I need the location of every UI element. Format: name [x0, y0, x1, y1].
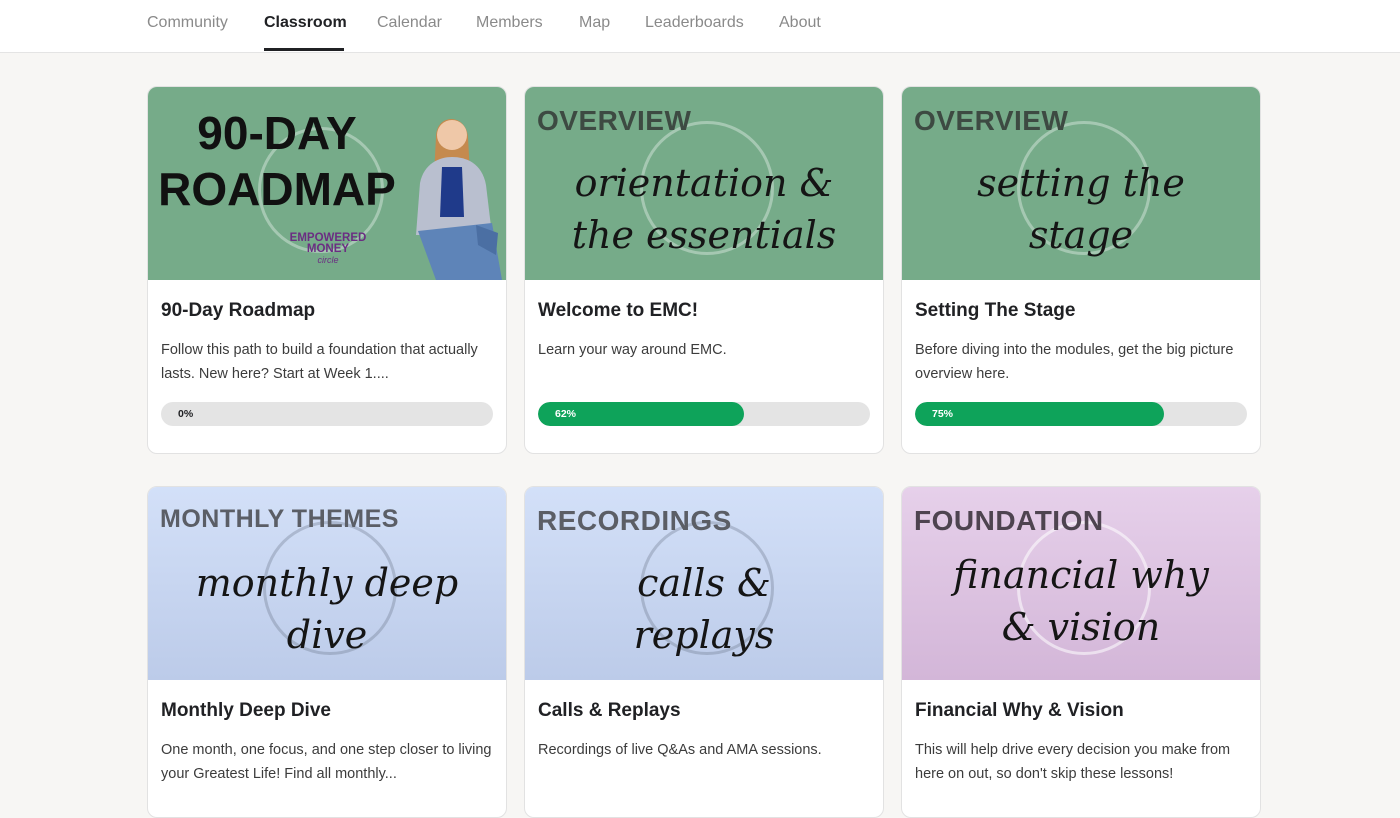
- progress-bar: 62%: [538, 402, 870, 426]
- cover-script-line1: monthly deep: [195, 561, 459, 605]
- progress-label: 75%: [932, 408, 954, 420]
- course-title: Setting The Stage: [915, 300, 1076, 321]
- course-description: Recordings of live Q&As and AMA sessions…: [538, 742, 822, 758]
- cover-script-line2: stage: [1028, 213, 1134, 257]
- course-description: Learn your way around EMC.: [538, 342, 727, 358]
- cover-script-line2: & vision: [1001, 605, 1161, 649]
- presenter-photo: [416, 119, 502, 280]
- cover-script-line2: the essentials: [571, 213, 837, 257]
- empowered-money-circle-logo: EMPOWERED MONEY circle: [268, 232, 388, 266]
- cover-title-line1: 90-DAY: [197, 107, 357, 159]
- course-description: Before diving into the modules, get the …: [915, 342, 1234, 382]
- tab-calendar[interactable]: Calendar: [377, 14, 442, 32]
- course-cover-image: FOUNDATION financial why & vision: [902, 487, 1260, 680]
- cover-heading: FOUNDATION: [914, 505, 1104, 536]
- course-card-setting-the-stage[interactable]: OVERVIEW setting the stage Setting The S…: [901, 86, 1261, 454]
- course-cover-image: OVERVIEW orientation & the essentials: [525, 87, 883, 280]
- course-title: Monthly Deep Dive: [161, 700, 331, 721]
- cover-title-line2: ROADMAP: [158, 163, 396, 215]
- course-card-90-day-roadmap[interactable]: 90-DAY ROADMAP EMPOWERED MONEY circle 90…: [147, 86, 507, 454]
- cover-heading: RECORDINGS: [537, 505, 732, 536]
- course-card-calls-and-replays[interactable]: RECORDINGS calls & replays Calls & Repla…: [524, 486, 884, 818]
- tab-about[interactable]: About: [779, 14, 821, 32]
- cover-heading: OVERVIEW: [914, 105, 1069, 136]
- logo-line3: circle: [317, 255, 339, 265]
- cover-script-line1: setting the: [977, 161, 1185, 205]
- cover-heading: MONTHLY THEMES: [160, 505, 399, 533]
- cover-script-line2: dive: [286, 613, 368, 657]
- tab-members[interactable]: Members: [476, 14, 543, 32]
- course-cover-image: MONTHLY THEMES monthly deep dive: [148, 487, 506, 680]
- course-card-monthly-deep-dive[interactable]: MONTHLY THEMES monthly deep dive Monthly…: [147, 486, 507, 818]
- cover-script-line2: replays: [633, 613, 775, 657]
- course-title: Financial Why & Vision: [915, 700, 1124, 721]
- progress-bar: 75%: [915, 402, 1247, 426]
- course-title: Welcome to EMC!: [538, 300, 699, 321]
- course-card-welcome-to-emc[interactable]: OVERVIEW orientation & the essentials We…: [524, 86, 884, 454]
- tab-community[interactable]: Community: [147, 14, 228, 32]
- cover-title: 90-DAY ROADMAP: [152, 105, 402, 217]
- course-title: Calls & Replays: [538, 700, 681, 721]
- course-description: This will help drive every decision you …: [915, 742, 1231, 782]
- active-tab-indicator: [264, 48, 344, 51]
- course-card-financial-why-and-vision[interactable]: FOUNDATION financial why & vision Financ…: [901, 486, 1261, 818]
- course-title: 90-Day Roadmap: [161, 300, 316, 321]
- cover-script-line1: calls &: [637, 561, 771, 605]
- tab-map[interactable]: Map: [579, 14, 610, 32]
- cover-heading: OVERVIEW: [537, 105, 692, 136]
- top-navigation: Community Classroom Calendar Members Map…: [0, 0, 1400, 53]
- tab-leaderboards[interactable]: Leaderboards: [645, 14, 744, 32]
- logo-line2: MONEY: [306, 243, 350, 255]
- cover-script-line1: orientation &: [574, 161, 834, 205]
- tab-classroom[interactable]: Classroom: [264, 14, 347, 32]
- course-cover-image: RECORDINGS calls & replays: [525, 487, 883, 680]
- progress-bar: 0%: [161, 402, 493, 426]
- progress-label: 62%: [555, 408, 577, 420]
- course-description: One month, one focus, and one step close…: [161, 742, 492, 782]
- cover-script-line1: financial why: [953, 553, 1209, 597]
- progress-label: 0%: [178, 408, 194, 420]
- course-cover-image: OVERVIEW setting the stage: [902, 87, 1260, 280]
- course-description: Follow this path to build a foundation t…: [161, 342, 478, 382]
- course-cover-image: 90-DAY ROADMAP EMPOWERED MONEY circle: [148, 87, 506, 280]
